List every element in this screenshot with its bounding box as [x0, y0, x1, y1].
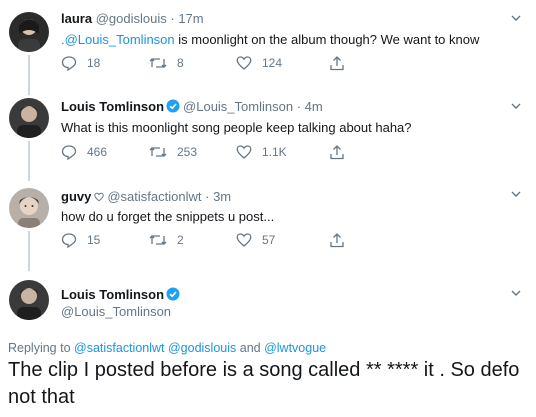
avatar-guvy[interactable]	[9, 188, 49, 228]
retweet-icon	[149, 58, 167, 68]
retweet-icon	[149, 235, 167, 245]
user-handle[interactable]: @godislouis	[96, 11, 167, 26]
reply-last-mention-link[interactable]: @lwtvogue	[264, 341, 326, 355]
thread-line	[28, 231, 30, 271]
like-count: 124	[262, 56, 283, 70]
display-name[interactable]: guvy	[61, 189, 91, 204]
reply-button[interactable]: 18	[61, 55, 100, 71]
chevron-down-icon[interactable]	[510, 287, 522, 299]
separator-dot: ·	[205, 189, 210, 204]
reply-count: 466	[87, 145, 108, 159]
reply-icon	[61, 233, 77, 248]
like-count: 1.1K	[262, 145, 287, 159]
retweet-button[interactable]: 2	[149, 232, 184, 248]
reply-button[interactable]: 15	[61, 232, 100, 248]
reply-icon	[61, 145, 77, 160]
user-handle[interactable]: @Louis_Tomlinson	[183, 99, 293, 114]
retweet-count: 253	[177, 145, 198, 159]
chevron-down-icon[interactable]	[510, 188, 522, 200]
reply-button[interactable]: 466	[61, 144, 107, 160]
main-tweet-header: Louis Tomlinson	[61, 287, 183, 302]
heart-badge-icon	[94, 192, 105, 202]
avatar-laura[interactable]	[9, 12, 49, 52]
chevron-down-icon[interactable]	[510, 12, 522, 24]
mention-link[interactable]: .@Louis_Tomlinson	[61, 32, 175, 47]
user-handle[interactable]: @satisfactionlwt	[107, 189, 201, 204]
replying-and: and	[236, 341, 265, 355]
display-name[interactable]: Louis Tomlinson	[61, 99, 164, 114]
tweet-header: laura @godislouis · 17m	[61, 11, 204, 26]
retweet-icon	[149, 147, 167, 157]
reply-count: 18	[87, 56, 101, 70]
share-button[interactable]	[329, 144, 345, 160]
reply-icon	[61, 56, 77, 71]
verified-badge-icon	[166, 287, 180, 301]
share-button[interactable]	[329, 232, 345, 248]
retweet-count: 2	[177, 233, 184, 247]
replying-prefix: Replying to	[8, 341, 75, 355]
tweet-text: .@Louis_Tomlinson is moonlight on the al…	[61, 32, 479, 47]
share-button[interactable]	[329, 55, 345, 71]
timestamp[interactable]: 3m	[213, 189, 231, 204]
replying-to-line: Replying to @satisfactionlwt @godislouis…	[8, 341, 326, 355]
display-name[interactable]: laura	[61, 11, 92, 26]
like-button[interactable]: 124	[236, 55, 282, 71]
display-name[interactable]: Louis Tomlinson	[61, 287, 164, 302]
share-icon	[330, 233, 344, 248]
retweet-button[interactable]: 8	[149, 55, 184, 71]
timestamp[interactable]: 4m	[305, 99, 323, 114]
retweet-count: 8	[177, 56, 184, 70]
separator-dot: ·	[170, 11, 175, 26]
share-icon	[330, 145, 344, 160]
tweet-text: how do u forget the snippets u post...	[61, 209, 275, 224]
tweet-body-text: is moonlight on the album though? We wan…	[174, 32, 480, 47]
reply-mentions-link[interactable]: @satisfactionlwt @godislouis	[74, 341, 236, 355]
tweet-header: guvy @satisfactionlwt · 3m	[61, 189, 231, 204]
like-button[interactable]: 57	[236, 232, 275, 248]
separator-dot: ·	[296, 99, 302, 114]
main-tweet-text: The clip I posted before is a song calle…	[8, 359, 520, 408]
thread-line	[28, 141, 30, 181]
like-icon	[236, 233, 252, 247]
like-icon	[236, 145, 252, 159]
timestamp[interactable]: 17m	[178, 11, 203, 26]
tweet-text: What is this moonlight song people keep …	[61, 120, 412, 135]
like-icon	[236, 56, 252, 70]
verified-badge-icon	[166, 99, 180, 113]
avatar-louis-tomlinson-main[interactable]	[9, 280, 49, 320]
retweet-button[interactable]: 253	[149, 144, 197, 160]
like-button[interactable]: 1.1K	[236, 144, 287, 160]
avatar-louis-tomlinson[interactable]	[9, 98, 49, 138]
chevron-down-icon[interactable]	[510, 100, 522, 112]
reply-count: 15	[87, 233, 101, 247]
thread-line	[28, 55, 30, 95]
share-icon	[330, 56, 344, 71]
tweet-header: Louis Tomlinson @Louis_Tomlinson · 4m	[61, 99, 323, 114]
like-count: 57	[262, 233, 276, 247]
user-handle[interactable]: @Louis_Tomlinson	[61, 304, 171, 319]
